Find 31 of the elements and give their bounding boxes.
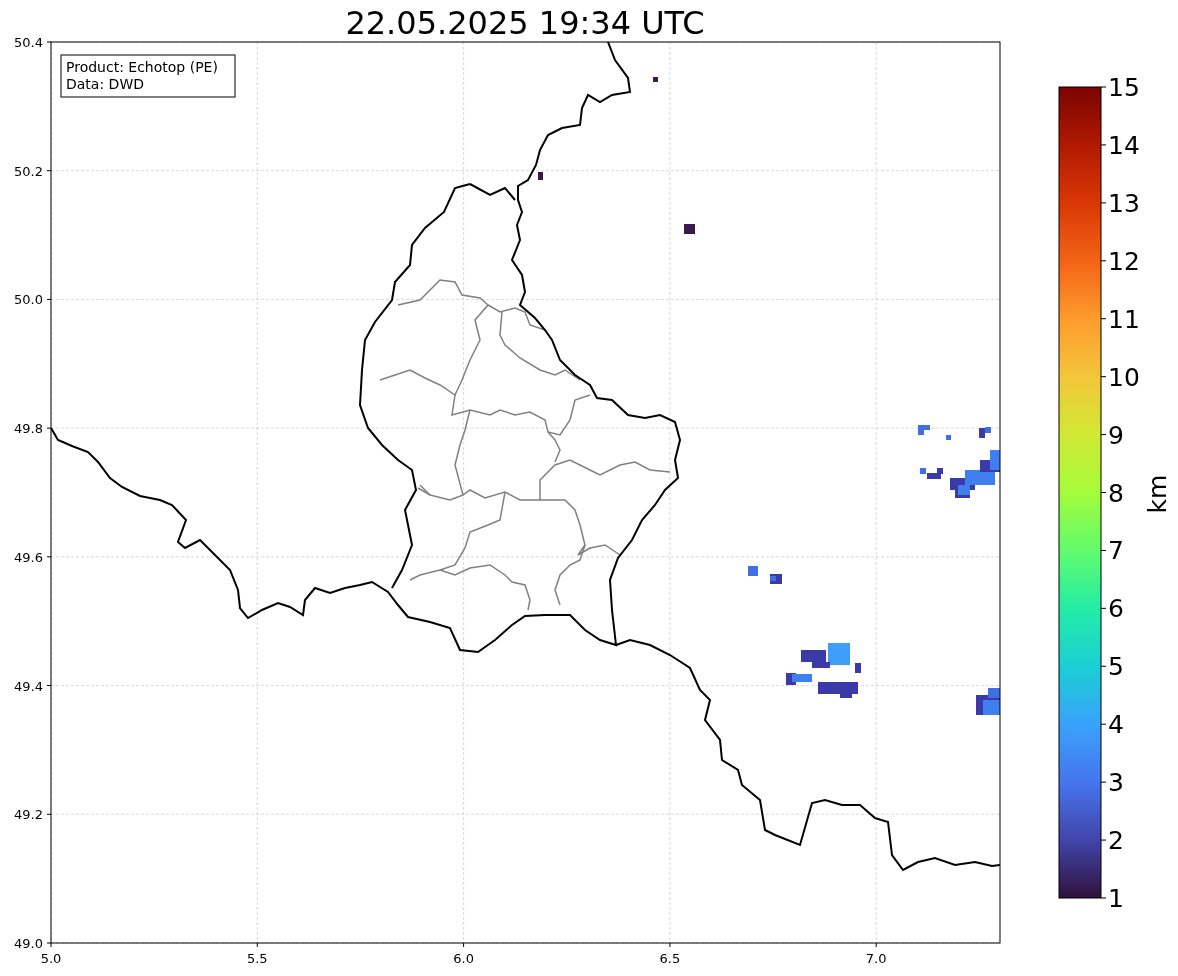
colorbar-tick-label: 5 — [1108, 652, 1124, 682]
x-tick-label: 5.0 — [40, 951, 62, 966]
colorbar-tick-label: 10 — [1108, 362, 1140, 392]
chart-title: 22.05.2025 19:34 UTC — [345, 4, 705, 42]
y-tick-label: 49.8 — [14, 421, 43, 437]
colorbar-tick-label: 14 — [1108, 130, 1140, 160]
colorbar-tick-label: 4 — [1108, 710, 1124, 740]
info-box: Product: Echotop (PE) Data: DWD — [60, 54, 236, 98]
colorbar-tick-label: 7 — [1108, 536, 1124, 566]
y-tick-label: 49.0 — [14, 936, 43, 951]
y-tick-label: 50.0 — [14, 292, 43, 308]
y-tick-label: 49.4 — [14, 678, 43, 694]
y-tick-label: 49.6 — [14, 549, 43, 565]
colorbar-tick-label: 9 — [1108, 420, 1124, 450]
x-tick-label: 6.0 — [453, 951, 474, 966]
colorbar-tick-label: 3 — [1108, 768, 1124, 798]
x-tick-label: 5.5 — [246, 951, 268, 966]
colorbar-tick-label: 13 — [1108, 188, 1140, 218]
colorbar-tick-label: 8 — [1108, 478, 1124, 508]
colorbar-label: km — [1143, 474, 1172, 514]
y-tick-label: 50.4 — [14, 35, 43, 50]
y-tick-label: 50.2 — [14, 163, 43, 179]
colorbar-tick-label: 6 — [1108, 594, 1124, 624]
colorbar-tick-label: 1 — [1108, 884, 1124, 913]
y-tick-label: 49.2 — [14, 807, 43, 823]
colorbar-tick-label: 11 — [1108, 304, 1140, 334]
x-tick-label: 7.0 — [865, 951, 887, 966]
colorbar-tick-label: 15 — [1108, 73, 1140, 102]
colorbar-tick-label: 12 — [1108, 246, 1140, 276]
x-tick-label: 6.5 — [659, 951, 681, 966]
colorbar-tick-label: 2 — [1108, 826, 1124, 856]
